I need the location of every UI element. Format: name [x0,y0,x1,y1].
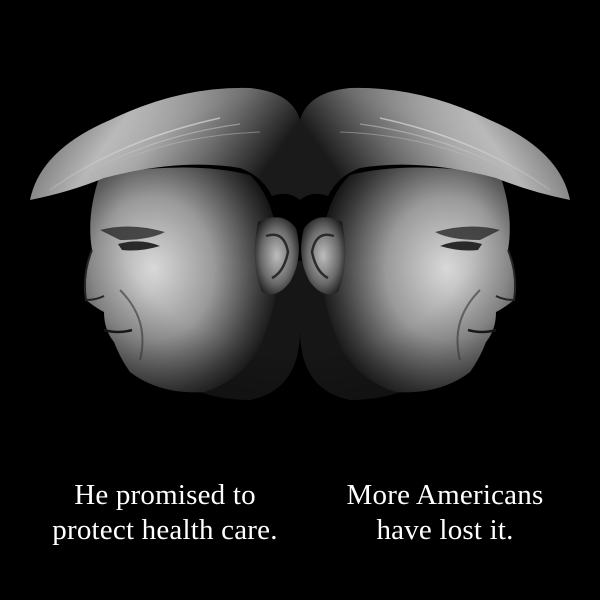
mirrored-profile-portrait [0,0,600,440]
left-caption-line-2: protect health care. [52,514,278,546]
poster: He promised to protect health care. More… [0,0,600,600]
left-caption-line-1: He promised to [74,479,256,511]
right-caption-line-1: More Americans [346,479,544,511]
right-caption-line-2: have lost it. [376,514,514,546]
right-caption: More Americans have lost it. [310,478,580,548]
left-caption: He promised to protect health care. [30,478,300,548]
